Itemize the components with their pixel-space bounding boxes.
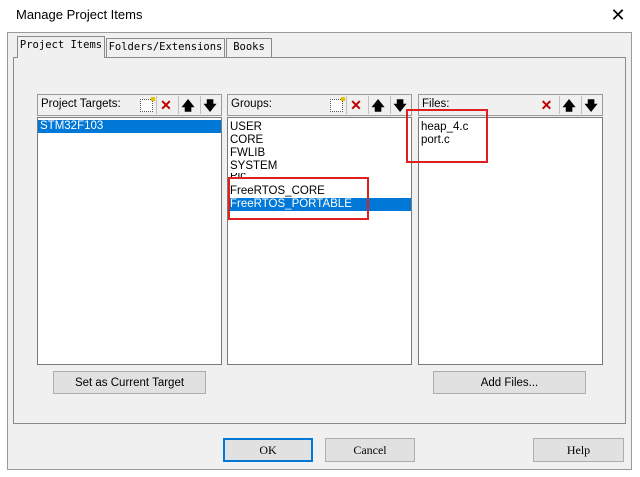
tab-project-items[interactable]: Project Items xyxy=(17,36,105,58)
tab-folders-extensions[interactable]: Folders/Extensions xyxy=(106,38,225,57)
tab-label: Folders/Extensions xyxy=(108,41,223,53)
help-label: Help xyxy=(566,442,591,457)
targets-list[interactable]: STM32F103 xyxy=(37,117,222,365)
targets-up-button[interactable]: 🡅 xyxy=(178,96,197,114)
move-up-icon: 🡅 xyxy=(371,97,385,113)
set-current-target-button[interactable]: Set as Current Target xyxy=(53,371,206,394)
list-item[interactable]: CORE xyxy=(228,134,411,147)
delete-icon: ✕ xyxy=(160,97,172,113)
move-down-icon: 🡇 xyxy=(584,97,598,113)
tab-label: Project Items xyxy=(19,39,103,51)
cancel-label: Cancel xyxy=(353,442,387,457)
ok-button[interactable]: OK xyxy=(223,438,313,462)
groups-new-button[interactable] xyxy=(327,96,346,114)
list-item[interactable]: STM32F103 xyxy=(38,120,221,133)
add-files-button[interactable]: Add Files... xyxy=(433,371,586,394)
list-item[interactable]: FreeRTOS_CORE xyxy=(228,185,411,198)
new-item-icon xyxy=(330,96,345,112)
list-item[interactable]: port.c xyxy=(419,134,602,147)
files-up-button[interactable]: 🡅 xyxy=(559,96,578,114)
new-item-icon xyxy=(140,96,155,112)
move-up-icon: 🡅 xyxy=(181,97,195,113)
list-item[interactable]: USER xyxy=(228,121,411,134)
groups-up-button[interactable]: 🡅 xyxy=(368,96,387,114)
list-item[interactable]: FreeRTOS_PORTABLE xyxy=(228,198,411,211)
files-list[interactable]: heap_4.c port.c xyxy=(418,117,603,365)
targets-new-button[interactable] xyxy=(137,96,156,114)
groups-delete-button[interactable]: ✕ xyxy=(346,96,365,114)
close-icon: ✕ xyxy=(610,5,626,25)
tab-label: Books xyxy=(233,41,265,53)
list-item[interactable]: FWLIB xyxy=(228,147,411,160)
files-header: Files: ✕ 🡅 🡇 xyxy=(418,94,603,116)
files-down-button[interactable]: 🡇 xyxy=(581,96,600,114)
list-item[interactable]: Pic xyxy=(228,173,411,179)
move-down-icon: 🡇 xyxy=(393,97,407,113)
groups-list[interactable]: USER CORE FWLIB SYSTEM Pic FreeRTOS_CORE… xyxy=(227,117,412,365)
ok-label: OK xyxy=(259,442,277,457)
move-up-icon: 🡅 xyxy=(562,97,576,113)
targets-down-button[interactable]: 🡇 xyxy=(200,96,219,114)
targets-delete-button[interactable]: ✕ xyxy=(156,96,175,114)
list-item[interactable]: heap_4.c xyxy=(419,121,602,134)
delete-icon: ✕ xyxy=(540,97,553,113)
delete-icon: ✕ xyxy=(350,97,362,113)
groups-header-label: Groups: xyxy=(231,98,272,110)
move-down-icon: 🡇 xyxy=(203,97,217,113)
cancel-button[interactable]: Cancel xyxy=(325,438,415,462)
set-current-target-label: Set as Current Target xyxy=(74,376,185,389)
groups-down-button[interactable]: 🡇 xyxy=(390,96,409,114)
targets-header: Project Targets: ✕ 🡅 🡇 xyxy=(37,94,222,116)
list-item[interactable]: SYSTEM xyxy=(228,160,411,173)
tab-books[interactable]: Books xyxy=(226,38,272,57)
window-title: Manage Project Items xyxy=(16,7,143,22)
add-files-label: Add Files... xyxy=(480,376,539,389)
help-button[interactable]: Help xyxy=(533,438,624,462)
files-delete-button[interactable]: ✕ xyxy=(537,96,556,114)
files-header-label: Files: xyxy=(422,98,450,110)
targets-header-label: Project Targets: xyxy=(41,98,121,110)
groups-header: Groups: ✕ 🡅 🡇 xyxy=(227,94,412,116)
close-button[interactable]: ✕ xyxy=(598,0,638,31)
